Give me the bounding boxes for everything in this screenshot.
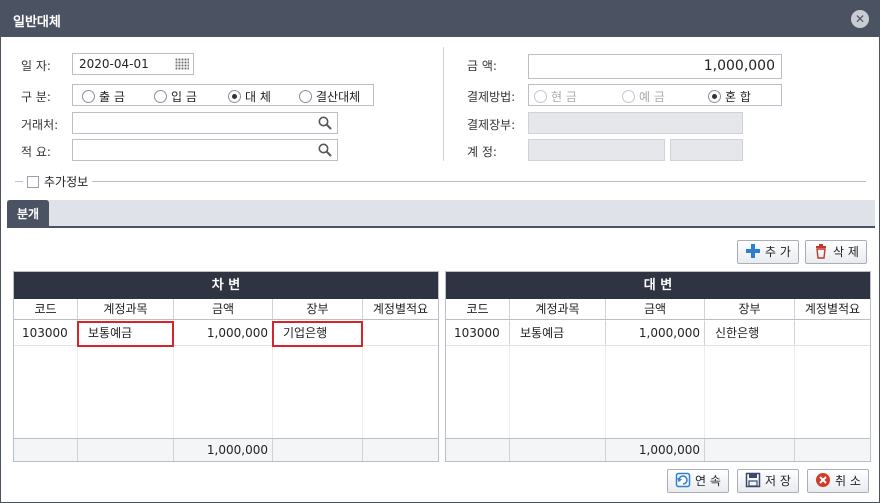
- column-header[interactable]: 금액: [606, 299, 705, 319]
- extra-info-label: 추가정보: [44, 175, 89, 189]
- radio-dot-icon: [82, 90, 95, 103]
- radio-dot-icon: [154, 90, 167, 103]
- cancel-button[interactable]: 취 소: [807, 469, 869, 493]
- payment-label: 결제방법:: [467, 90, 516, 104]
- search-icon[interactable]: [318, 143, 332, 157]
- radio-withdraw[interactable]: 출 금: [82, 88, 125, 105]
- form-divider: [443, 47, 444, 161]
- credit-grid-title: 대 변: [446, 272, 870, 299]
- amount-cell[interactable]: 1,000,000: [174, 321, 273, 345]
- account-name-field[interactable]: [670, 139, 743, 161]
- title-bar[interactable]: 일반대체 ✕: [1, 1, 879, 37]
- add-button[interactable]: 추 가: [737, 240, 799, 264]
- column-header[interactable]: 계정과목: [510, 299, 606, 319]
- plus-icon: [746, 244, 761, 258]
- code-cell[interactable]: 103000: [446, 321, 510, 345]
- debit-total-row: 1,000,000: [14, 438, 438, 461]
- radio-closing-transfer[interactable]: 결산대체: [299, 88, 360, 105]
- debit-total: 1,000,000: [174, 439, 273, 461]
- radio-dot-icon: [622, 90, 635, 103]
- column-header[interactable]: 계정별적요: [363, 299, 438, 319]
- column-header[interactable]: 장부: [705, 299, 795, 319]
- code-cell[interactable]: 103000: [14, 321, 78, 345]
- calendar-icon[interactable]: [175, 58, 189, 70]
- amount-label: 금 액:: [467, 59, 497, 73]
- amount-input[interactable]: 1,000,000: [528, 54, 782, 79]
- window-title: 일반대체: [13, 15, 61, 30]
- radio-dot-icon: [534, 90, 547, 103]
- debit-grid-title: 차 변: [14, 272, 438, 299]
- memo-cell[interactable]: [363, 321, 438, 345]
- extra-info-divider: [15, 181, 866, 182]
- date-field[interactable]: 2020-04-01: [72, 53, 194, 75]
- radio-transfer[interactable]: 대 체: [228, 88, 271, 105]
- account-label: 계 정:: [467, 145, 497, 159]
- extra-info-checkbox[interactable]: [27, 176, 39, 188]
- cancel-icon: [816, 473, 831, 487]
- column-header[interactable]: 코드: [446, 299, 510, 319]
- highlight-box: [77, 321, 174, 347]
- table-row[interactable]: 103000 보통예금 1,000,000 신한은행: [446, 321, 870, 346]
- memo-label: 적 요:: [21, 145, 51, 159]
- ledger-label: 결제장부:: [467, 118, 516, 132]
- column-header[interactable]: 계정과목: [78, 299, 174, 319]
- radio-dot-icon: [708, 90, 721, 103]
- radio-mixed[interactable]: 혼 합: [708, 88, 751, 105]
- close-icon[interactable]: ✕: [851, 10, 869, 28]
- radio-bank[interactable]: 예 금: [622, 88, 665, 105]
- column-header[interactable]: 코드: [14, 299, 78, 319]
- radio-dot-icon: [299, 90, 312, 103]
- trash-icon: [816, 244, 827, 259]
- radio-cash[interactable]: 현 금: [534, 88, 577, 105]
- account-cell[interactable]: 보통예금: [510, 321, 606, 345]
- memo-cell[interactable]: [795, 321, 870, 345]
- column-header[interactable]: 장부: [273, 299, 363, 319]
- credit-grid: 대 변 코드 계정과목 금액 장부 계정별적요 103000 보통예금 1,00…: [445, 271, 871, 462]
- amount-cell[interactable]: 1,000,000: [606, 321, 705, 345]
- continue-icon: [675, 472, 691, 488]
- table-row[interactable]: 103000 보통예금 1,000,000 기업은행: [14, 321, 438, 347]
- tab-journal[interactable]: 분개: [7, 200, 49, 228]
- ledger-cell[interactable]: 신한은행: [705, 321, 795, 345]
- search-icon[interactable]: [318, 116, 332, 130]
- column-header[interactable]: 금액: [174, 299, 273, 319]
- radio-deposit[interactable]: 입 금: [154, 88, 197, 105]
- credit-total-row: 1,000,000: [446, 438, 870, 461]
- column-header[interactable]: 계정별적요: [795, 299, 870, 319]
- ledger-field[interactable]: [528, 112, 743, 134]
- type-radio-group: 출 금 입 금 대 체 결산대체: [72, 84, 374, 106]
- save-button[interactable]: 저 장: [737, 469, 799, 493]
- dialog-window: 일반대체 ✕ 일 자: 2020-04-01 구 분: 출 금 입 금 대 체 …: [0, 0, 880, 503]
- client-input[interactable]: [72, 112, 338, 134]
- account-code-field[interactable]: [528, 139, 665, 161]
- payment-radio-group: 현 금 예 금 혼 합: [528, 84, 782, 106]
- client-label: 거래처:: [21, 118, 59, 132]
- memo-input[interactable]: [72, 139, 338, 161]
- delete-button[interactable]: 삭 제: [805, 240, 867, 264]
- continue-button[interactable]: 연 속: [667, 469, 729, 493]
- date-label: 일 자:: [21, 59, 51, 73]
- date-value: 2020-04-01: [79, 57, 149, 71]
- save-icon: [745, 472, 761, 488]
- extra-info-toggle[interactable]: 추가정보: [23, 173, 93, 190]
- credit-total: 1,000,000: [606, 439, 705, 461]
- tab-bar: 분개: [7, 200, 875, 228]
- highlight-box: [272, 321, 363, 347]
- credit-column-headers: 코드 계정과목 금액 장부 계정별적요: [446, 299, 870, 320]
- type-label: 구 분:: [21, 90, 51, 104]
- debit-grid: 차 변 코드 계정과목 금액 장부 계정별적요 103000 보통예금 1,00…: [13, 271, 439, 462]
- radio-dot-icon: [228, 90, 241, 103]
- debit-column-headers: 코드 계정과목 금액 장부 계정별적요: [14, 299, 438, 320]
